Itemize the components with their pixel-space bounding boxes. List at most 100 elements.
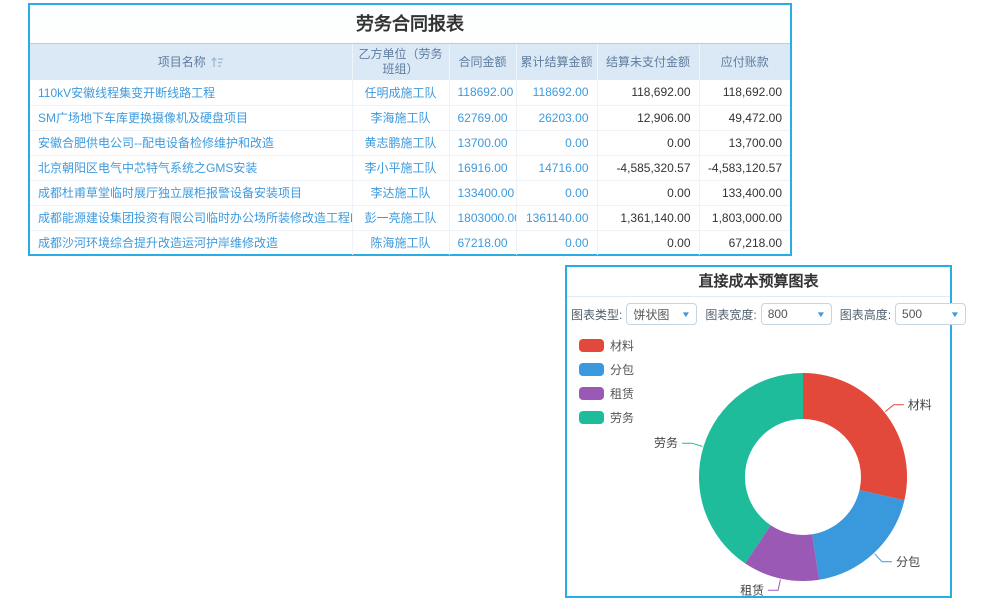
legend-label: 租赁 (610, 385, 634, 402)
slice-label-劳务: 劳务 (654, 435, 678, 450)
project-name-cell[interactable]: SM广场地下车库更换摄像机及硬盘项目 (30, 105, 352, 130)
table-row: 北京朝阳区电气中芯特气系统之GMS安装李小平施工队16916.0014716.0… (30, 155, 790, 180)
label-line-租赁 (768, 580, 780, 591)
unpaid-amount-cell: 1,361,140.00 (597, 205, 699, 230)
chart-toolbar: 图表类型: 饼状图 ▼ 图表宽度: 800 ▼ 图表高度: 500 ▼ (567, 297, 950, 331)
payable-amount-cell: 67,218.00 (699, 230, 790, 255)
table-row: SM广场地下车库更换摄像机及硬盘项目李海施工队62769.0026203.001… (30, 105, 790, 130)
legend-swatch (579, 339, 604, 352)
team-cell: 任明成施工队 (352, 80, 449, 105)
column-header-label: 项目名称 (158, 55, 206, 69)
contract-amount-cell: 118692.00 (449, 80, 516, 105)
chart-panel-title: 直接成本预算图表 (567, 267, 950, 297)
project-name-cell[interactable]: 成都能源建设集团投资有限公司临时办公场所装修改造工程EPC (30, 205, 352, 230)
legend-label: 分包 (610, 361, 634, 378)
unpaid-amount-cell: 0.00 (597, 180, 699, 205)
team-cell: 李海施工队 (352, 105, 449, 130)
selected-value: 饼状图 (633, 306, 669, 323)
legend-item-材料[interactable]: 材料 (579, 337, 634, 354)
legend-swatch (579, 363, 604, 376)
chart-legend: 材料分包租赁劳务 (579, 337, 634, 433)
settled-amount-cell: 26203.00 (516, 105, 597, 130)
team-cell: 黄志鹏施工队 (352, 130, 449, 155)
legend-item-分包[interactable]: 分包 (579, 361, 634, 378)
contract-amount-cell: 133400.00 (449, 180, 516, 205)
column-header-5: 应付账款 (699, 44, 790, 80)
labor-contract-report-panel: 劳务合同报表 项目名称 乙方单位（劳务班组）合同金额累计结算金额结算未支付金额应付… (28, 3, 792, 256)
sort-ascending-icon[interactable] (211, 56, 224, 68)
settled-amount-cell: 0.00 (516, 230, 597, 255)
contract-amount-cell: 13700.00 (449, 130, 516, 155)
slice-label-租赁: 租赁 (740, 583, 764, 596)
legend-item-劳务[interactable]: 劳务 (579, 409, 634, 426)
chart-type-select[interactable]: 饼状图 ▼ (626, 303, 697, 325)
selected-value: 500 (902, 307, 922, 321)
label-line-材料 (885, 405, 904, 412)
chart-width-select[interactable]: 800 ▼ (761, 303, 832, 325)
pie-slice-分包[interactable] (812, 490, 904, 580)
legend-swatch (579, 387, 604, 400)
settled-amount-cell: 118692.00 (516, 80, 597, 105)
chevron-down-icon: ▼ (816, 310, 826, 319)
unpaid-amount-cell: 0.00 (597, 230, 699, 255)
chart-type-label: 图表类型: (571, 306, 622, 323)
column-header-0[interactable]: 项目名称 (30, 44, 352, 80)
legend-label: 劳务 (610, 409, 634, 426)
settled-amount-cell: 0.00 (516, 180, 597, 205)
payable-amount-cell: 49,472.00 (699, 105, 790, 130)
table-row: 110kV安徽线程集变开断线路工程任明成施工队118692.00118692.0… (30, 80, 790, 105)
slice-label-分包: 分包 (896, 555, 920, 569)
direct-cost-budget-chart-panel: 直接成本预算图表 图表类型:饼状图▼图表宽度:800▼图表高度:500▼ 材料分… (565, 265, 952, 598)
legend-swatch (579, 411, 604, 424)
chart-width-control: 图表宽度: 800 ▼ (705, 303, 831, 325)
chart-width-label: 图表宽度: (705, 306, 756, 323)
contract-amount-cell: 1803000.00 (449, 205, 516, 230)
column-header-3: 累计结算金额 (516, 44, 597, 80)
donut-chart-area: 材料分包租赁劳务 材料分包租赁劳务 (567, 331, 950, 596)
team-cell: 李小平施工队 (352, 155, 449, 180)
chevron-down-icon: ▼ (681, 310, 691, 319)
project-name-cell[interactable]: 安徽合肥供电公司--配电设备检修维护和改造 (30, 130, 352, 155)
report-title: 劳务合同报表 (30, 5, 790, 44)
chevron-down-icon: ▼ (950, 310, 960, 319)
chart-height-control: 图表高度: 500 ▼ (840, 303, 966, 325)
project-name-cell[interactable]: 北京朝阳区电气中芯特气系统之GMS安装 (30, 155, 352, 180)
project-name-cell[interactable]: 成都沙河环境综合提升改造运河护岸维修改造 (30, 230, 352, 255)
legend-label: 材料 (610, 337, 634, 354)
unpaid-amount-cell: 0.00 (597, 130, 699, 155)
selected-value: 800 (768, 307, 788, 321)
chart-type-control: 图表类型: 饼状图 ▼ (571, 303, 697, 325)
table-row: 成都杜甫草堂临时展厅独立展柜报警设备安装项目李达施工队133400.000.00… (30, 180, 790, 205)
team-cell: 彭一亮施工队 (352, 205, 449, 230)
column-header-2: 合同金额 (449, 44, 516, 80)
settled-amount-cell: 0.00 (516, 130, 597, 155)
unpaid-amount-cell: -4,585,320.57 (597, 155, 699, 180)
column-header-4: 结算未支付金额 (597, 44, 699, 80)
contract-amount-cell: 16916.00 (449, 155, 516, 180)
table-row: 成都能源建设集团投资有限公司临时办公场所装修改造工程EPC彭一亮施工队18030… (30, 205, 790, 230)
settled-amount-cell: 1361140.00 (516, 205, 597, 230)
labor-contract-table: 项目名称 乙方单位（劳务班组）合同金额累计结算金额结算未支付金额应付账款 110k… (30, 44, 790, 255)
table-header-row: 项目名称 乙方单位（劳务班组）合同金额累计结算金额结算未支付金额应付账款 (30, 44, 790, 80)
payable-amount-cell: 1,803,000.00 (699, 205, 790, 230)
payable-amount-cell: -4,583,120.57 (699, 155, 790, 180)
payable-amount-cell: 133,400.00 (699, 180, 790, 205)
unpaid-amount-cell: 118,692.00 (597, 80, 699, 105)
contract-amount-cell: 67218.00 (449, 230, 516, 255)
chart-height-select[interactable]: 500 ▼ (895, 303, 966, 325)
project-name-cell[interactable]: 成都杜甫草堂临时展厅独立展柜报警设备安装项目 (30, 180, 352, 205)
settled-amount-cell: 14716.00 (516, 155, 597, 180)
payable-amount-cell: 13,700.00 (699, 130, 790, 155)
contract-amount-cell: 62769.00 (449, 105, 516, 130)
slice-label-材料: 材料 (908, 398, 932, 412)
payable-amount-cell: 118,692.00 (699, 80, 790, 105)
table-row: 安徽合肥供电公司--配电设备检修维护和改造黄志鹏施工队13700.000.000… (30, 130, 790, 155)
pie-slice-材料[interactable] (803, 373, 907, 500)
unpaid-amount-cell: 12,906.00 (597, 105, 699, 130)
project-name-cell[interactable]: 110kV安徽线程集变开断线路工程 (30, 80, 352, 105)
legend-item-租赁[interactable]: 租赁 (579, 385, 634, 402)
team-cell: 陈海施工队 (352, 230, 449, 255)
column-header-1: 乙方单位（劳务班组） (352, 44, 449, 80)
label-line-劳务 (682, 443, 703, 446)
chart-height-label: 图表高度: (840, 306, 891, 323)
